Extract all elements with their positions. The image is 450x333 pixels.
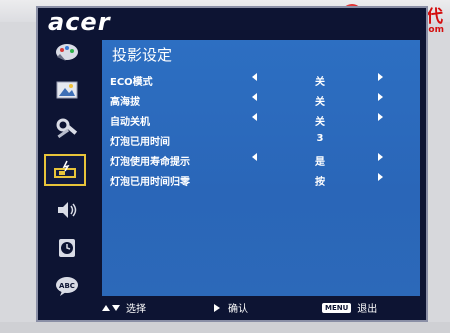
picture-icon[interactable] [50,76,84,104]
arrow-right-icon[interactable] [378,153,383,161]
footer-select-hint: 选择 [102,300,146,315]
footer-exit-hint: MENU 退出 [322,300,377,315]
arrow-left-icon[interactable] [252,93,257,101]
setting-label: 高海拔 [110,97,140,108]
arrow-right-icon[interactable] [378,73,383,81]
setting-label: 灯泡已用时间 [110,137,170,148]
brand-logo: acer [48,8,111,36]
setting-label: 灯泡已用时间归零 [110,177,190,188]
footer-select-label: 选择 [126,304,146,315]
setting-row-lamp-hour-reset[interactable]: 灯泡已用时间归零 按 [110,172,410,188]
arrow-right-icon[interactable] [378,113,383,121]
panel-title: 投影设定 [112,46,173,64]
footer-confirm-hint: 确认 [214,300,248,315]
arrow-left-icon[interactable] [252,73,257,81]
setting-value: 关 [315,117,325,128]
menu-key-badge: MENU [322,302,352,313]
footer-exit-label: 退出 [357,304,378,315]
footer-confirm-label: 确认 [228,304,248,315]
svg-text:ABC: ABC [59,282,75,290]
arrow-left-icon[interactable] [252,113,257,121]
arrow-up-icon [102,304,110,311]
color-palette-icon[interactable] [50,38,84,66]
osd-sidebar: ABC [42,38,94,300]
setting-label: ECO模式 [110,77,153,88]
projector-lamp-icon[interactable] [44,154,86,186]
arrow-right-icon[interactable] [378,93,383,101]
arrow-right-icon[interactable] [378,173,383,181]
setting-value: 关 [315,77,325,88]
setting-row-auto-shutdown[interactable]: 自动关机 关 [110,112,410,128]
osd-footer: 选择 确认 MENU 退出 [38,290,426,320]
setting-row-eco-mode[interactable]: ECO模式 关 [110,72,410,88]
setting-value: 关 [315,97,325,108]
setting-value: 3 [316,133,324,144]
setting-value: 是 [315,157,325,168]
setting-label: 自动关机 [110,117,150,128]
osd-menu-window: acer ABC 投影设定 ECO模式 关 高海拔 关 自动关机 关 灯泡已用时… [36,6,428,322]
arrow-down-icon [112,304,120,311]
setting-row-lamp-life-reminder[interactable]: 灯泡使用寿命提示 是 [110,152,410,168]
setting-row-lamp-hours: 灯泡已用时间 3 [110,132,410,148]
tools-icon[interactable] [50,114,84,142]
setting-row-high-altitude[interactable]: 高海拔 关 [110,92,410,108]
speaker-icon[interactable] [50,196,84,224]
setting-label: 灯泡使用寿命提示 [110,157,190,168]
settings-panel: 投影设定 ECO模式 关 高海拔 关 自动关机 关 灯泡已用时间 3 灯泡使用寿… [102,40,420,296]
screen-bezel-bottom [0,322,450,333]
arrow-left-icon[interactable] [252,153,257,161]
clock-icon[interactable] [50,234,84,262]
setting-value: 按 [315,177,325,188]
arrow-right-icon [214,303,220,312]
